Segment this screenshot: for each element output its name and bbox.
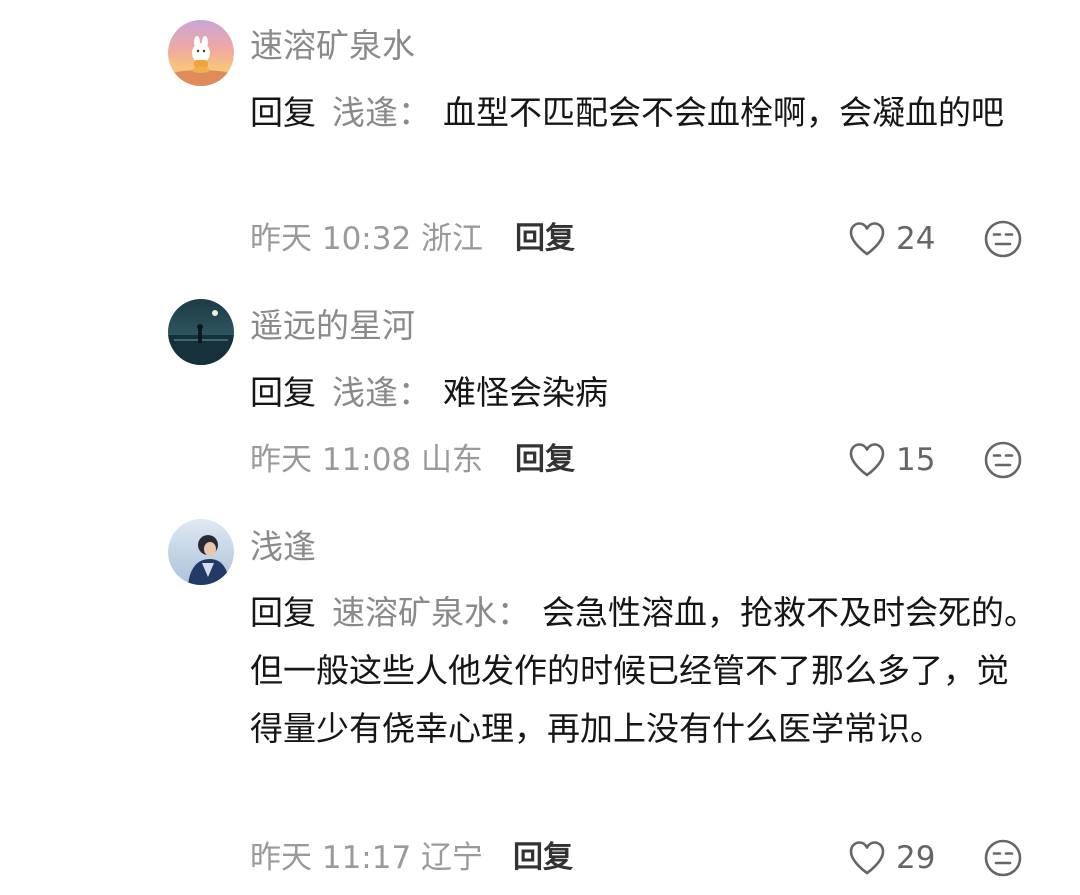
comment-content: 血型不匹配会不会血栓啊，会凝血的吧 <box>443 93 1004 132</box>
reply-button[interactable]: 回复 <box>515 438 575 482</box>
heart-icon <box>849 222 885 256</box>
meh-face-icon <box>984 220 1022 258</box>
comment-text: 回复 浅逢： 难怪会染病 <box>250 364 1040 422</box>
like-button[interactable]: 24 <box>848 217 935 261</box>
username[interactable]: 浅逢 <box>250 527 316 567</box>
colon: ： <box>398 93 431 132</box>
meh-face-icon <box>984 839 1022 877</box>
heart-icon <box>849 841 885 875</box>
dislike-button[interactable] <box>983 440 1023 480</box>
user-avatar[interactable] <box>168 519 234 585</box>
comment-meta-row: 昨天 10:32 浙江 回复 24 <box>250 217 1080 261</box>
reply-prefix: 回复 <box>250 373 316 412</box>
sunset-cartoon-avatar-icon <box>168 20 234 86</box>
comment-meta-row: 昨天 11:17 辽宁 回复 29 <box>250 836 1080 880</box>
like-count: 15 <box>896 442 936 478</box>
like-count: 24 <box>896 221 936 257</box>
comment-text: 回复 浅逢： 血型不匹配会不会血栓啊，会凝血的吧 <box>250 84 1040 142</box>
username[interactable]: 速溶矿泉水 <box>250 26 415 66</box>
reply-target-username[interactable]: 浅逢 <box>332 93 398 132</box>
reply-button[interactable]: 回复 <box>515 217 575 261</box>
dislike-button[interactable] <box>983 219 1023 259</box>
comment-content: 难怪会染病 <box>443 373 608 412</box>
comment-time-location: 昨天 11:17 辽宁 <box>250 840 484 876</box>
reply-target-username[interactable]: 浅逢 <box>332 373 398 412</box>
like-button[interactable]: 15 <box>848 438 935 482</box>
reply-prefix: 回复 <box>250 93 316 132</box>
like-button[interactable]: 29 <box>848 836 935 880</box>
user-avatar[interactable] <box>168 20 234 86</box>
heart-icon <box>849 443 885 477</box>
dislike-button[interactable] <box>983 838 1023 878</box>
colon: ： <box>398 373 431 412</box>
comment-meta-row: 昨天 11:08 山东 回复 15 <box>250 438 1080 482</box>
comment-time-location: 昨天 10:32 浙江 <box>250 221 484 257</box>
reply-target-username[interactable]: 速溶矿泉水 <box>332 593 497 632</box>
colon: ： <box>497 593 530 632</box>
night-sea-avatar-icon <box>168 299 234 365</box>
username[interactable]: 遥远的星河 <box>250 306 415 346</box>
meh-face-icon <box>984 441 1022 479</box>
user-avatar[interactable] <box>168 299 234 365</box>
reply-prefix: 回复 <box>250 593 316 632</box>
comment-text: 回复 速溶矿泉水： 会急性溶血，抢救不及时会死的。但一般这些人他发作的时候已经管不了… <box>250 584 1040 758</box>
person-photo-avatar-icon <box>168 519 234 585</box>
reply-button[interactable]: 回复 <box>513 836 573 880</box>
like-count: 29 <box>896 840 936 876</box>
comment-time-location: 昨天 11:08 山东 <box>250 442 484 478</box>
